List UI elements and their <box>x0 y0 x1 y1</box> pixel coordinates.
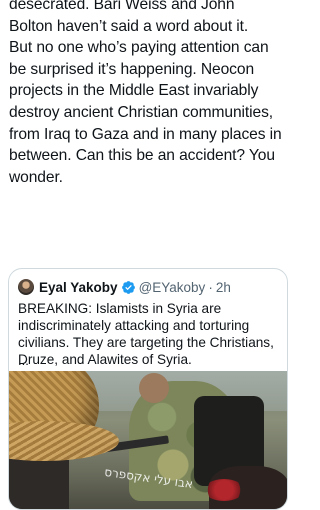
header-separator: · <box>208 279 213 295</box>
media-straw-hat-brim <box>9 421 119 461</box>
author-avatar[interactable] <box>18 279 34 295</box>
author-handle[interactable]: @EYakoby <box>139 280 206 295</box>
verified-badge-icon <box>121 280 136 295</box>
post-text: desecrated. Bari Weiss and John Bolton h… <box>9 0 282 186</box>
media-figure-face <box>139 373 169 403</box>
quoted-post-header: Eyal Yakoby @EYakoby · 2h <box>18 278 231 296</box>
quoted-post-media[interactable]: אבו עלי אקספרס <box>9 371 287 509</box>
quoted-post-card[interactable]: Eyal Yakoby @EYakoby · 2h BREAKING: Isla… <box>8 268 288 510</box>
quoted-post-text: BREAKING: Islamists in Syria are indiscr… <box>18 301 274 367</box>
media-detail <box>204 479 244 501</box>
author-name[interactable]: Eyal Yakoby <box>39 280 118 295</box>
truncation-ellipsis: ... <box>18 353 29 368</box>
post-timestamp[interactable]: 2h <box>216 280 231 295</box>
